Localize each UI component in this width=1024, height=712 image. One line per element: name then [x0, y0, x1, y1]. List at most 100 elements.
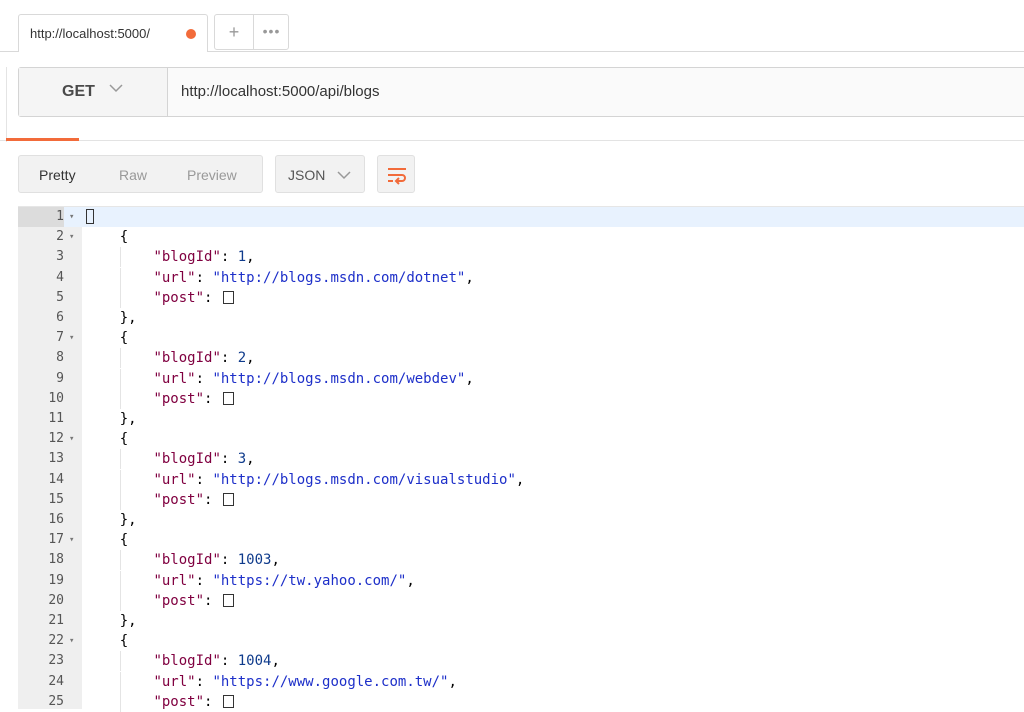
line-number: 6 — [56, 310, 64, 325]
json-string: "https://www.google.com.tw/" — [212, 673, 449, 690]
code-text: }, — [120, 409, 137, 429]
json-punct: { — [119, 431, 129, 448]
json-number: 1004 — [237, 653, 272, 670]
json-punct: , — [271, 552, 280, 569]
chevron-down-icon — [337, 171, 351, 180]
response-body-editor[interactable]: 1 ▾ 2 ▾{3 "blogId": 1, 4 "url": "http://blogs.… — [18, 206, 1024, 712]
code-text: "blogId": 3, — [153, 449, 254, 469]
json-punct: : — [220, 451, 238, 468]
code-text: { — [120, 631, 128, 651]
json-key: "blogId" — [153, 653, 221, 670]
code-line: 5 "post": — [18, 287, 1024, 308]
line-number: 1 — [18, 207, 64, 227]
code-text: "post": — [153, 591, 234, 611]
bracket-match-cursor — [86, 209, 94, 224]
json-number: 1003 — [237, 552, 272, 569]
json-key: "url" — [153, 269, 196, 286]
left-panel-edge — [0, 67, 7, 142]
indent-guide — [119, 247, 121, 268]
json-key: "post" — [153, 289, 205, 306]
json-punct: { — [119, 633, 129, 650]
code-text: "url": "http://blogs.msdn.com/webdev", — [153, 369, 473, 389]
empty-array-token — [222, 391, 234, 405]
view-raw-button[interactable]: Raw — [119, 167, 147, 183]
code-line: 20 "post": — [18, 590, 1024, 611]
code-line: 17 ▾ { — [18, 530, 1024, 550]
line-number: 14 — [48, 471, 64, 487]
json-key: "blogId" — [153, 552, 221, 569]
empty-array-token — [222, 593, 234, 607]
view-mode-toggle: Pretty Raw Preview — [18, 155, 263, 193]
code-line: 1 ▾ — [18, 207, 1024, 227]
fold-toggle-icon[interactable]: ▾ — [69, 530, 79, 550]
fold-toggle-icon[interactable]: ▾ — [69, 328, 79, 348]
json-punct: , — [406, 572, 415, 589]
code-text: }, — [120, 510, 137, 530]
json-string: "http://blogs.msdn.com/dotnet" — [212, 269, 466, 286]
unsaved-changes-dot-icon — [186, 29, 196, 39]
line-number: 2 — [56, 229, 64, 245]
json-punct: : — [195, 572, 213, 589]
line-number: 10 — [48, 390, 64, 406]
line-number: 4 — [56, 269, 64, 285]
line-number: 13 — [48, 451, 64, 467]
json-punct: , — [246, 350, 255, 367]
indent-guide — [119, 348, 121, 369]
code-text: "blogId": 2, — [153, 348, 254, 368]
code-text — [86, 207, 94, 227]
indent-guide — [119, 671, 121, 692]
json-punct: : — [195, 370, 213, 387]
line-number: 12 — [48, 431, 64, 447]
json-string: "https://tw.yahoo.com/" — [212, 572, 407, 589]
format-select[interactable]: JSON — [275, 155, 365, 193]
indent-guide — [119, 691, 121, 712]
method-select[interactable]: GET — [19, 68, 168, 116]
plus-icon[interactable]: + — [215, 15, 253, 49]
url-input[interactable]: http://localhost:5000/api/blogs — [181, 83, 379, 100]
code-line: 23 "blogId": 1004, — [18, 651, 1024, 672]
code-line: 9 "url": "http://blogs.msdn.com/webdev", — [18, 368, 1024, 389]
code-text: "post": — [153, 490, 234, 510]
code-line: 13 "blogId": 3, — [18, 449, 1024, 470]
json-string: "http://blogs.msdn.com/visualstudio" — [212, 471, 516, 488]
fold-toggle-icon[interactable]: ▾ — [69, 227, 79, 247]
fold-toggle-icon[interactable]: ▾ — [69, 207, 79, 227]
code-line: 22 ▾ { — [18, 631, 1024, 651]
code-line: 10 "post": — [18, 388, 1024, 409]
json-punct: : — [204, 390, 221, 407]
line-number: 17 — [48, 532, 64, 548]
fold-toggle-icon[interactable]: ▾ — [69, 429, 79, 449]
json-punct: : — [204, 289, 221, 306]
json-number: 1 — [237, 249, 247, 266]
code-text: "blogId": 1, — [153, 247, 254, 267]
request-tab[interactable]: http://localhost:5000/ — [18, 14, 208, 52]
response-tabs-divider — [0, 140, 1024, 141]
code-text: "url": "http://blogs.msdn.com/visualstud… — [153, 470, 524, 490]
code-text: { — [120, 227, 128, 247]
json-punct: : — [220, 249, 238, 266]
json-punct: : — [220, 653, 238, 670]
code-text: "blogId": 1004, — [153, 651, 279, 671]
tab-actions: + ••• — [214, 14, 289, 50]
json-punct: , — [246, 451, 255, 468]
indent-guide — [119, 489, 121, 510]
indent-guide — [119, 550, 121, 571]
code-text: "blogId": 1003, — [153, 550, 279, 570]
fold-toggle-icon[interactable]: ▾ — [69, 631, 79, 651]
view-pretty-button[interactable]: Pretty — [39, 167, 76, 183]
json-key: "post" — [153, 693, 205, 710]
view-preview-button[interactable]: Preview — [187, 167, 237, 183]
request-tab-label: http://localhost:5000/ — [30, 26, 150, 41]
request-bar: GET http://localhost:5000/api/blogs — [18, 67, 1024, 117]
json-key: "blogId" — [153, 451, 221, 468]
wrap-lines-button[interactable] — [377, 155, 415, 193]
line-number: 21 — [48, 613, 64, 628]
json-punct: }, — [119, 512, 137, 528]
code-text: "post": — [153, 692, 234, 712]
code-line: 21}, — [18, 611, 1024, 631]
json-string: "http://blogs.msdn.com/webdev" — [212, 370, 466, 387]
indent-guide — [119, 368, 121, 389]
json-key: "blogId" — [153, 249, 221, 266]
more-icon[interactable]: ••• — [254, 15, 289, 49]
json-key: "url" — [153, 572, 196, 589]
